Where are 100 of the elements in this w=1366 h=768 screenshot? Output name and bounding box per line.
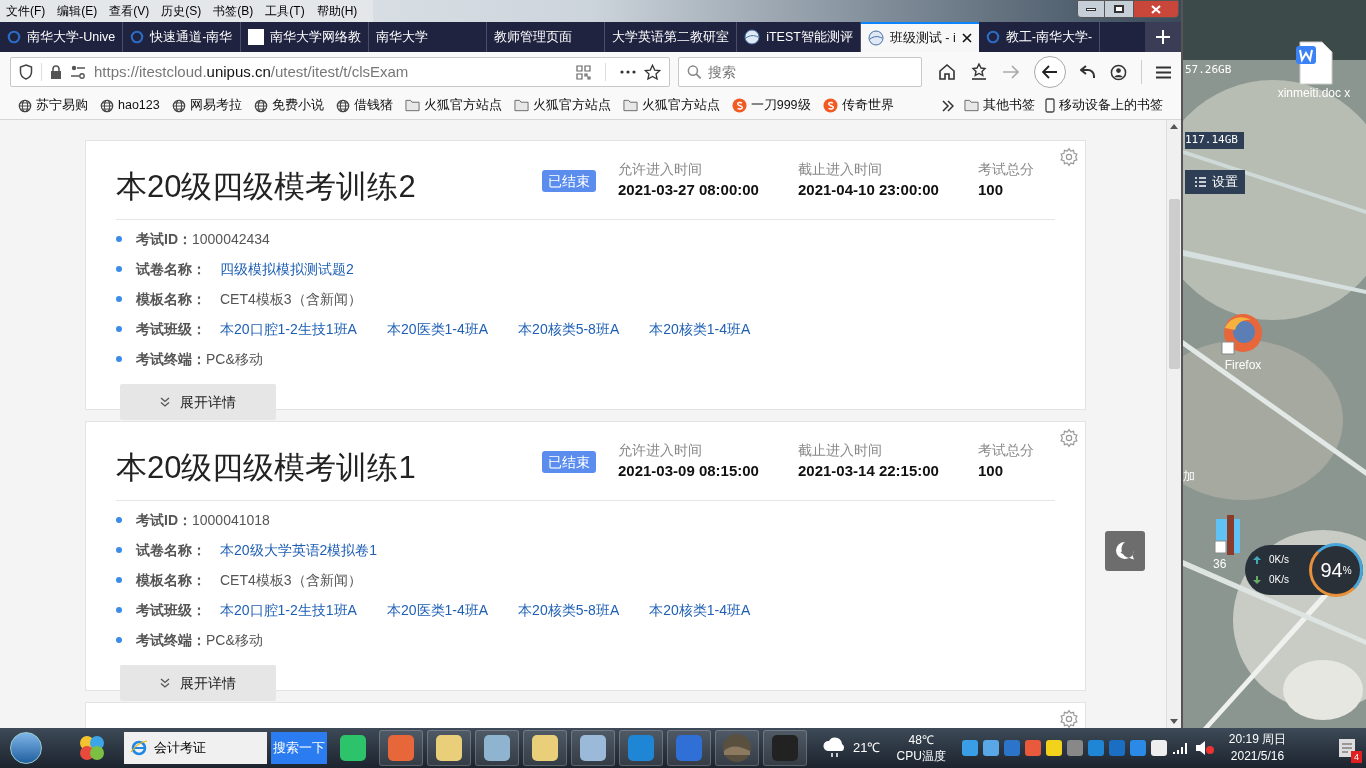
address-bar[interactable]: https://itestcloud.unipus.cn/utest/itest/t/clsExam <box>10 57 671 87</box>
tab-label: iTEST智能测评 <box>766 28 853 46</box>
link[interactable]: 本20医类1-4班A <box>386 318 489 340</box>
bookmark-item[interactable]: 火狐官方站点 <box>622 96 720 115</box>
tab-label: 大学英语第二教研室 <box>612 28 730 46</box>
link[interactable]: 本20核类1-4班A <box>649 599 751 621</box>
link[interactable]: 本20口腔1-2生技1班A <box>220 318 357 340</box>
taskbar-app[interactable] <box>427 730 471 766</box>
link[interactable]: 本20口腔1-2生技1班A <box>220 599 357 621</box>
chevron-double-right-icon[interactable] <box>942 99 954 112</box>
field-value: PC&移动 <box>206 349 263 369</box>
taskbar-app[interactable] <box>475 730 519 766</box>
taskbar-app[interactable] <box>523 730 567 766</box>
undo-arrow-icon[interactable] <box>1080 65 1096 79</box>
taskbar-app[interactable] <box>571 730 615 766</box>
more-icon[interactable] <box>620 70 637 74</box>
clock-date: 2021/5/16 <box>1230 748 1285 765</box>
flower-icon <box>77 733 107 763</box>
bookmark-item[interactable]: 火狐官方站点 <box>513 96 611 115</box>
bookmark-item[interactable]: 传奇世界 <box>822 96 894 115</box>
field-label: 试卷名称： <box>136 259 206 279</box>
signal-icon[interactable] <box>1171 741 1190 755</box>
account-icon[interactable] <box>1110 63 1127 81</box>
menu-item[interactable]: 书签(B) <box>207 2 260 20</box>
muted-speaker-icon[interactable] <box>1194 740 1215 756</box>
back-button[interactable] <box>1034 56 1066 88</box>
field-label: 考试班级： <box>136 319 206 339</box>
bookmark-item[interactable]: 网易考拉 <box>171 96 242 115</box>
close-icon[interactable] <box>961 33 972 43</box>
maximize-button[interactable] <box>1105 0 1133 18</box>
search-input[interactable]: 搜索 <box>707 61 913 83</box>
link[interactable]: 本20核类5-8班A <box>518 318 620 340</box>
field-label: 考试ID： <box>136 229 192 249</box>
link[interactable]: 本20核类5-8班A <box>518 599 620 621</box>
field-label: 模板名称： <box>136 570 206 590</box>
icon-label: 36 <box>1213 556 1227 573</box>
time-value: 100 <box>978 461 1005 481</box>
menu-item[interactable]: 编辑(E) <box>51 2 104 20</box>
close-button[interactable] <box>1133 0 1179 18</box>
search-field[interactable]: 搜索 <box>678 57 922 87</box>
bookmark-item[interactable]: hao123 <box>100 96 160 115</box>
exam-title: 本20级四级模考训练2 <box>116 168 417 206</box>
search-input[interactable]: 会计考证 <box>154 738 261 758</box>
tab-label: 教工-南华大学- <box>1005 28 1093 46</box>
new-tab-button[interactable] <box>1145 22 1181 52</box>
tray-icon[interactable] <box>1150 740 1167 756</box>
field-value: 1000041018 <box>192 510 270 530</box>
link[interactable]: 四级模拟模拟测试题2 <box>220 258 354 280</box>
time-label: 考试总分 <box>978 441 1035 460</box>
notification-button[interactable]: 4 <box>1334 733 1360 763</box>
download-star-icon[interactable] <box>970 63 988 81</box>
up-arrow-icon <box>1253 556 1261 564</box>
link[interactable]: 本20医类1-4班A <box>386 599 489 621</box>
bookmark-item[interactable]: 其他书签 <box>964 96 1035 115</box>
field-value: CET4模板3（含新闻） <box>220 570 362 590</box>
search-button[interactable]: 搜索一下 <box>271 732 327 764</box>
time-label: 允许进入时间 <box>618 441 703 460</box>
menu-item[interactable]: 帮助(H) <box>310 2 364 20</box>
star-icon[interactable] <box>644 63 662 81</box>
chat-button[interactable] <box>1105 531 1145 571</box>
tray-icon[interactable] <box>982 740 999 756</box>
link[interactable]: 本20核类1-4班A <box>649 318 751 340</box>
qr-code-icon[interactable] <box>576 64 592 80</box>
bookmark-item[interactable]: 火狐官方站点 <box>404 96 502 115</box>
menu-icon[interactable] <box>1156 65 1171 79</box>
scrollbar-thumb[interactable] <box>1168 199 1180 369</box>
home-icon[interactable] <box>938 63 956 81</box>
field-label: 考试班级： <box>136 600 206 620</box>
desktop-text: 加 <box>1183 468 1195 485</box>
settings-icon[interactable] <box>1059 709 1079 728</box>
time-label: 截止进入时间 <box>798 160 883 179</box>
double-chevron-icon <box>160 397 170 407</box>
tab-label: 快速通道-南华 <box>150 28 233 46</box>
settings-icon[interactable] <box>1059 147 1079 167</box>
clock-time: 20:19 周日 <box>1228 731 1287 748</box>
settings-button[interactable]: 设置 <box>1185 170 1245 194</box>
browser-tab[interactable]: 班级测试 - i <box>860 22 979 52</box>
tab-label: 教师管理页面 <box>494 28 573 46</box>
bookmark-item[interactable]: 一刀999级 <box>731 96 811 115</box>
tray-icon[interactable] <box>961 740 978 756</box>
bookmark-item[interactable]: 移动设备上的书签 <box>1045 96 1163 115</box>
menu-item[interactable]: 查看(V) <box>103 2 156 20</box>
settings-icon[interactable] <box>1059 428 1079 448</box>
bookmark-item[interactable]: 借钱猪 <box>335 96 393 115</box>
globe-icon <box>171 98 186 113</box>
minimize-button[interactable] <box>1077 0 1105 18</box>
expand-button[interactable]: 展开详情 <box>120 665 276 701</box>
shield-icon <box>19 64 33 80</box>
time-value: 2021-03-14 22:15:00 <box>798 461 940 481</box>
menu-item[interactable]: 工具(T) <box>259 2 311 20</box>
tray-icon[interactable] <box>1045 740 1062 756</box>
field-label: 考试终端： <box>136 349 206 369</box>
bookmark-item[interactable]: 苏宁易购 <box>18 96 88 115</box>
expand-button[interactable]: 展开详情 <box>120 384 276 420</box>
link[interactable]: 本20级大学英语2模拟卷1 <box>220 539 378 561</box>
search-field[interactable]: 会计考证 <box>124 732 267 764</box>
menu-item[interactable]: 文件(F) <box>0 2 52 20</box>
menu-item[interactable]: 历史(S) <box>155 2 208 20</box>
disk-space-text: 57.26GB <box>1185 62 1232 78</box>
bookmark-item[interactable]: 免费小说 <box>253 96 324 115</box>
